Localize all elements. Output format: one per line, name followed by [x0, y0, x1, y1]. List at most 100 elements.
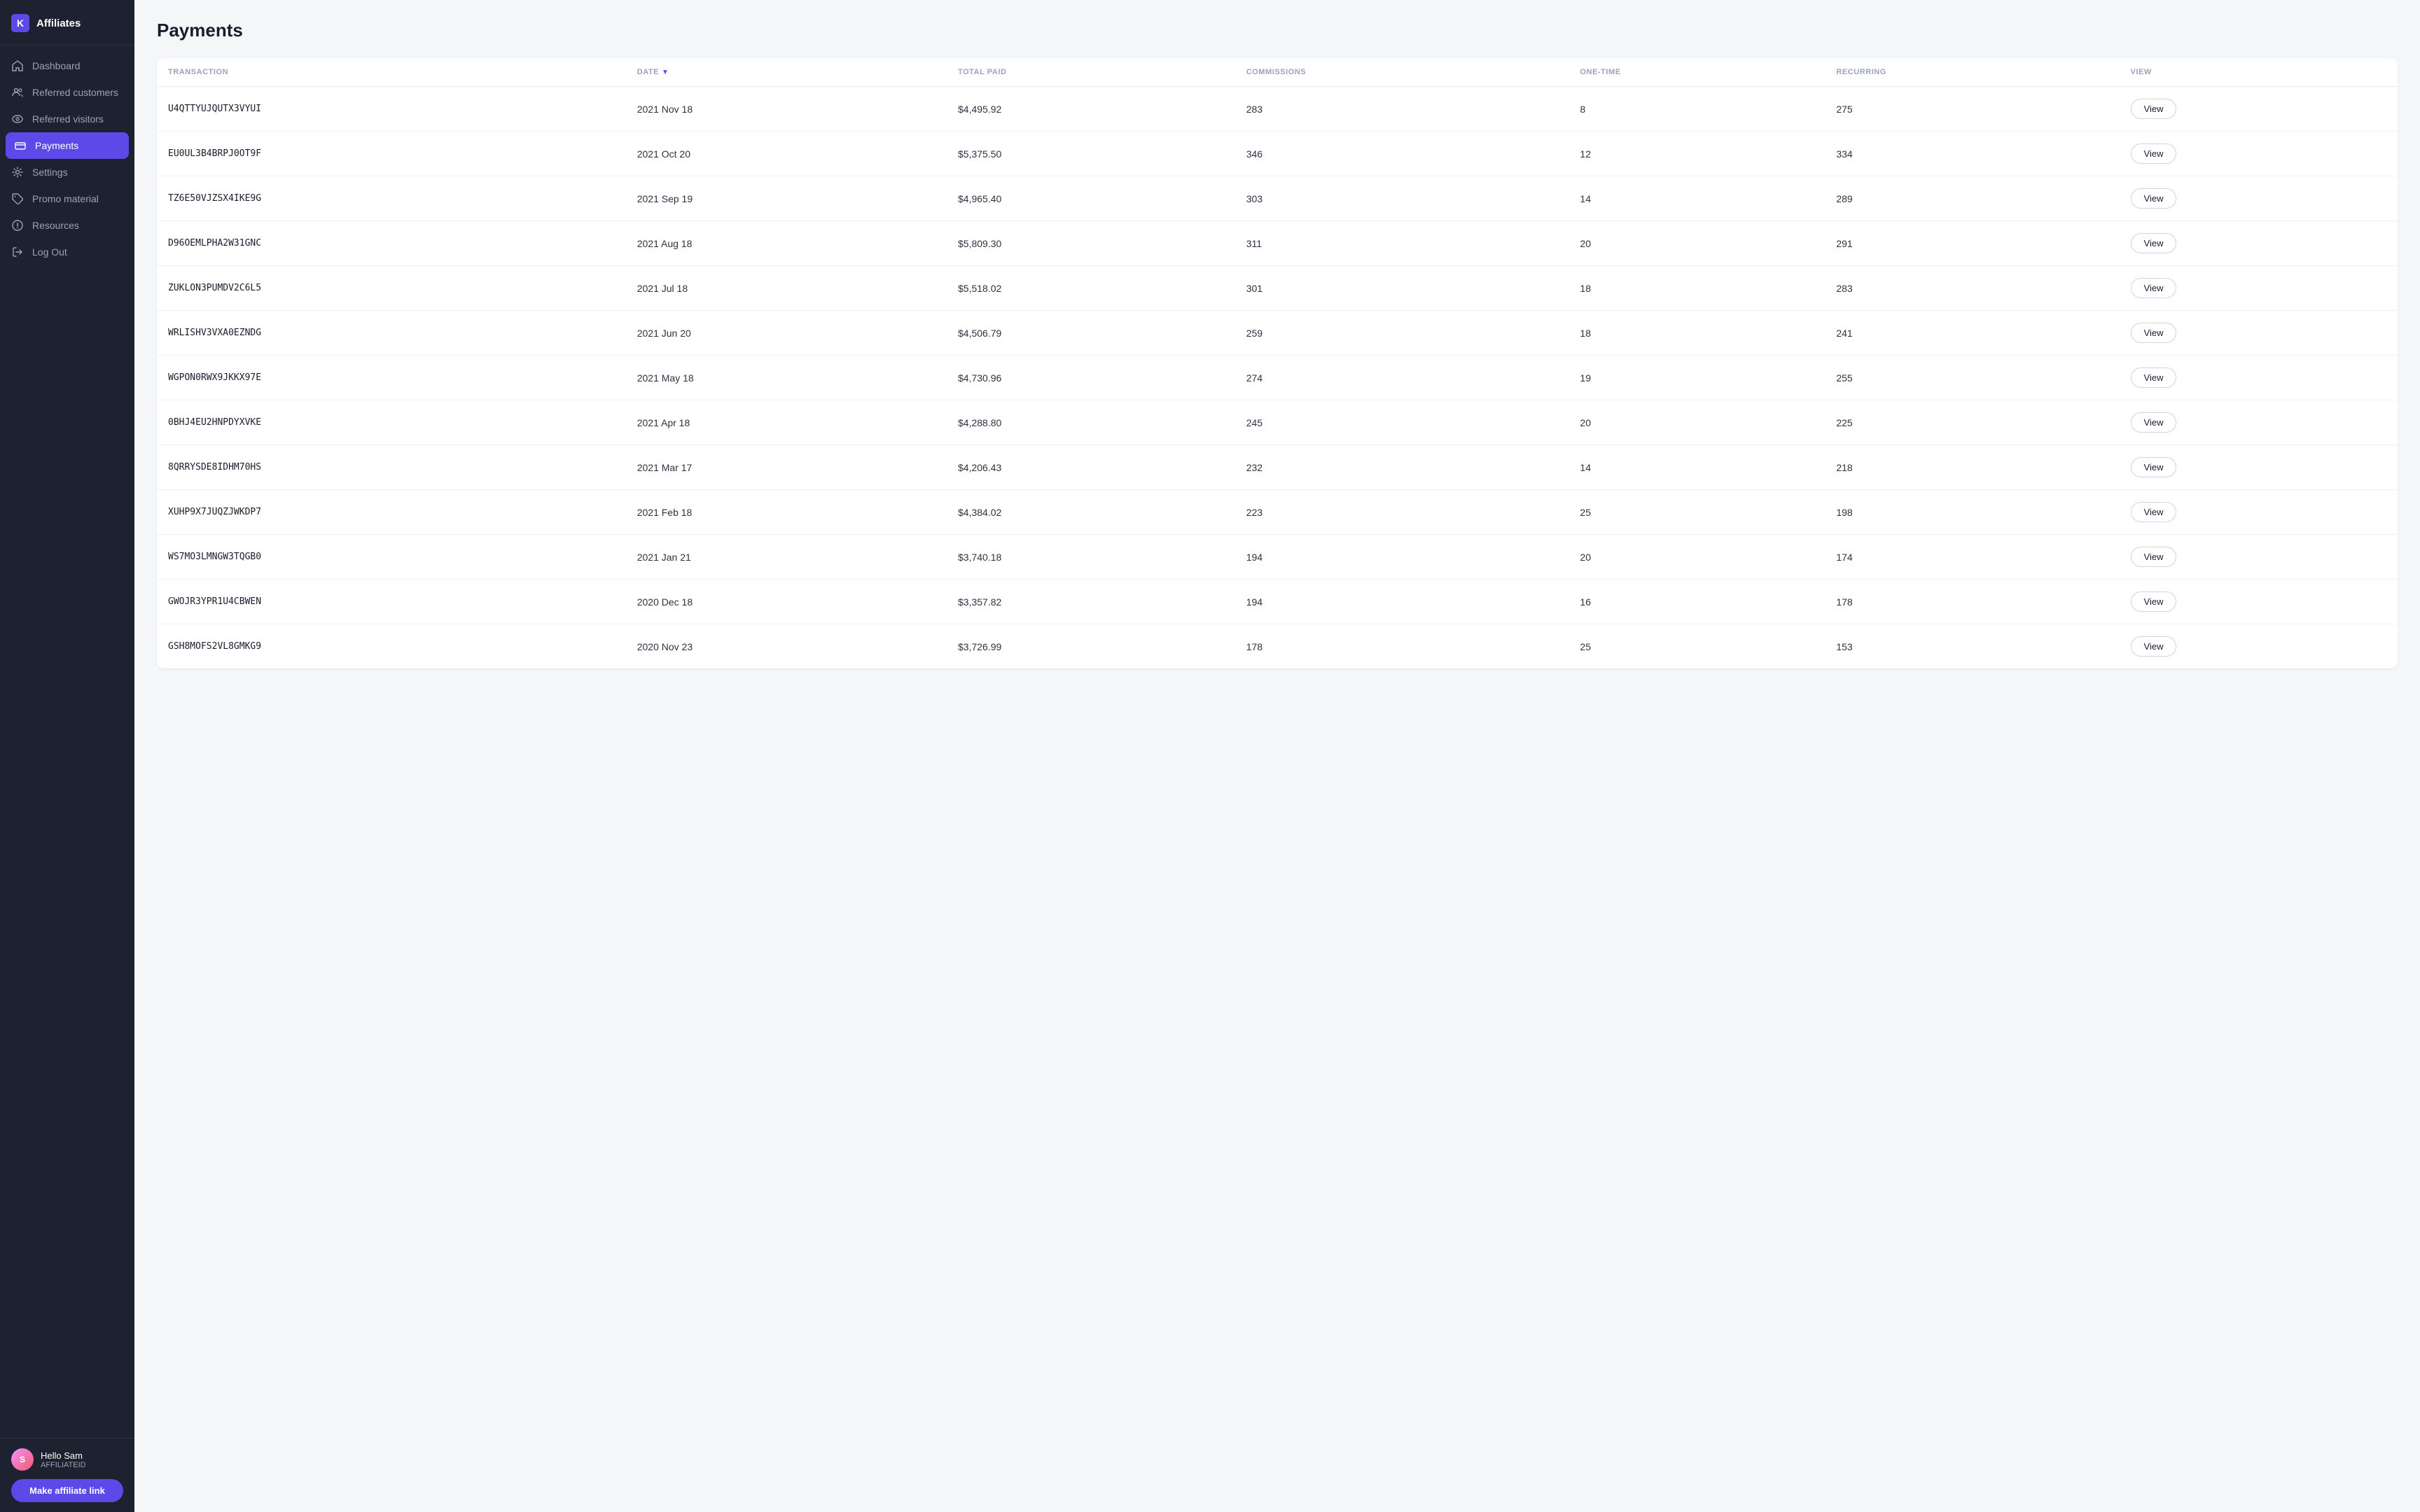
sidebar-item-label: Dashboard [32, 60, 81, 71]
table-row: ZUKLON3PUMDV2C6L5 2021 Jul 18 $5,518.02 … [157, 266, 2398, 311]
cell-commissions: 245 [1235, 400, 1569, 445]
cell-commissions: 223 [1235, 490, 1569, 535]
avatar: S [11, 1448, 34, 1471]
cell-view: View [2120, 221, 2398, 266]
cell-date: 2021 Jun 20 [626, 311, 947, 356]
view-button[interactable]: View [2131, 99, 2177, 119]
sidebar-item-referred-customers[interactable]: Referred customers [0, 79, 134, 106]
gear-icon [11, 166, 24, 178]
sidebar-item-payments[interactable]: Payments [6, 132, 129, 159]
cell-date: 2020 Dec 18 [626, 580, 947, 624]
sort-arrow-icon: ▼ [662, 69, 669, 76]
table-row: GSH8MOFS2VL8GMKG9 2020 Nov 23 $3,726.99 … [157, 624, 2398, 669]
table-row: GWOJR3YPR1U4CBWEN 2020 Dec 18 $3,357.82 … [157, 580, 2398, 624]
th-transaction: TRANSACTION [157, 58, 626, 87]
cell-view: View [2120, 535, 2398, 580]
cell-total-paid: $5,809.30 [947, 221, 1235, 266]
sidebar-item-resources[interactable]: Resources [0, 212, 134, 239]
cell-view: View [2120, 580, 2398, 624]
resource-icon [11, 219, 24, 232]
view-button[interactable]: View [2131, 368, 2177, 388]
view-button[interactable]: View [2131, 144, 2177, 164]
cell-transaction: 8QRRYSDE8IDHM70HS [157, 445, 626, 490]
view-button[interactable]: View [2131, 636, 2177, 657]
cell-date: 2021 Oct 20 [626, 132, 947, 176]
cell-transaction: XUHP9X7JUQZJWKDP7 [157, 490, 626, 535]
tag-icon [11, 192, 24, 205]
sidebar-item-referred-visitors[interactable]: Referred visitors [0, 106, 134, 132]
cell-commissions: 194 [1235, 580, 1569, 624]
cell-date: 2021 Sep 19 [626, 176, 947, 221]
make-affiliate-link-button[interactable]: Make affiliate link [11, 1479, 123, 1502]
table-header: TRANSACTION DATE ▼ TOTAL PAID COMMISSION… [157, 58, 2398, 87]
cell-date: 2021 Feb 18 [626, 490, 947, 535]
cell-one-time: 20 [1569, 221, 1825, 266]
sidebar-item-dashboard[interactable]: Dashboard [0, 52, 134, 79]
table-row: TZ6E50VJZSX4IKE9G 2021 Sep 19 $4,965.40 … [157, 176, 2398, 221]
cell-transaction: U4QTTYUJQUTX3VYUI [157, 87, 626, 132]
table-row: WGPON0RWX9JKKX97E 2021 May 18 $4,730.96 … [157, 356, 2398, 400]
view-button[interactable]: View [2131, 457, 2177, 477]
cell-total-paid: $4,495.92 [947, 87, 1235, 132]
cell-date: 2020 Nov 23 [626, 624, 947, 669]
table-row: D96OEMLPHA2W31GNC 2021 Aug 18 $5,809.30 … [157, 221, 2398, 266]
view-button[interactable]: View [2131, 592, 2177, 612]
payments-icon [14, 139, 27, 152]
cell-one-time: 18 [1569, 311, 1825, 356]
cell-date: 2021 Apr 18 [626, 400, 947, 445]
cell-total-paid: $5,375.50 [947, 132, 1235, 176]
cell-one-time: 14 [1569, 176, 1825, 221]
view-button[interactable]: View [2131, 412, 2177, 433]
table-row: U4QTTYUJQUTX3VYUI 2021 Nov 18 $4,495.92 … [157, 87, 2398, 132]
cell-transaction: WRLISHV3VXA0EZNDG [157, 311, 626, 356]
view-button[interactable]: View [2131, 233, 2177, 253]
cell-commissions: 311 [1235, 221, 1569, 266]
cell-recurring: 291 [1825, 221, 2119, 266]
cell-total-paid: $5,518.02 [947, 266, 1235, 311]
cell-view: View [2120, 445, 2398, 490]
sidebar-item-logout[interactable]: Log Out [0, 239, 134, 265]
cell-commissions: 259 [1235, 311, 1569, 356]
table-row: 0BHJ4EU2HNPDYXVKE 2021 Apr 18 $4,288.80 … [157, 400, 2398, 445]
view-button[interactable]: View [2131, 547, 2177, 567]
cell-commissions: 178 [1235, 624, 1569, 669]
cell-view: View [2120, 176, 2398, 221]
view-button[interactable]: View [2131, 188, 2177, 209]
cell-recurring: 198 [1825, 490, 2119, 535]
view-button[interactable]: View [2131, 278, 2177, 298]
cell-view: View [2120, 490, 2398, 535]
main-content: Payments TRANSACTION DATE ▼ TOTAL PAID [134, 0, 2420, 1512]
cell-one-time: 25 [1569, 624, 1825, 669]
cell-recurring: 174 [1825, 535, 2119, 580]
cell-transaction: ZUKLON3PUMDV2C6L5 [157, 266, 626, 311]
sidebar-item-settings[interactable]: Settings [0, 159, 134, 186]
payments-table: TRANSACTION DATE ▼ TOTAL PAID COMMISSION… [157, 58, 2398, 668]
cell-total-paid: $4,730.96 [947, 356, 1235, 400]
cell-view: View [2120, 400, 2398, 445]
view-button[interactable]: View [2131, 502, 2177, 522]
cell-view: View [2120, 87, 2398, 132]
th-one-time: ONE-TIME [1569, 58, 1825, 87]
cell-total-paid: $4,384.02 [947, 490, 1235, 535]
cell-date: 2021 Mar 17 [626, 445, 947, 490]
payments-table-container: TRANSACTION DATE ▼ TOTAL PAID COMMISSION… [157, 58, 2398, 668]
cell-recurring: 283 [1825, 266, 2119, 311]
view-button[interactable]: View [2131, 323, 2177, 343]
sidebar-item-label: Referred customers [32, 87, 118, 98]
th-date[interactable]: DATE ▼ [626, 58, 947, 87]
sidebar-header: K Affiliates [0, 0, 134, 46]
table-row: WRLISHV3VXA0EZNDG 2021 Jun 20 $4,506.79 … [157, 311, 2398, 356]
table-row: XUHP9X7JUQZJWKDP7 2021 Feb 18 $4,384.02 … [157, 490, 2398, 535]
sidebar-item-promo-material[interactable]: Promo material [0, 186, 134, 212]
cell-recurring: 225 [1825, 400, 2119, 445]
home-icon [11, 59, 24, 72]
cell-total-paid: $4,206.43 [947, 445, 1235, 490]
cell-one-time: 18 [1569, 266, 1825, 311]
cell-commissions: 232 [1235, 445, 1569, 490]
cell-commissions: 274 [1235, 356, 1569, 400]
user-info: S Hello Sam AFFILIATEID [11, 1448, 123, 1471]
cell-one-time: 16 [1569, 580, 1825, 624]
cell-view: View [2120, 132, 2398, 176]
cell-commissions: 194 [1235, 535, 1569, 580]
cell-one-time: 12 [1569, 132, 1825, 176]
